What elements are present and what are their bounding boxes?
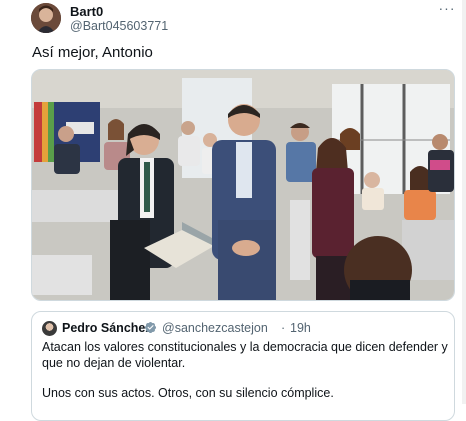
quoted-paragraph-1: Atacan los valores constitucionales y la… <box>42 340 448 370</box>
quoted-avatar[interactable] <box>42 321 57 336</box>
verified-badge-icon <box>144 321 157 334</box>
author-name[interactable]: Bart0 <box>70 4 103 19</box>
author-handle[interactable]: @Bart045603771 <box>70 19 168 33</box>
quoted-author-name: Pedro Sánchez <box>62 321 152 335</box>
tweet-photo[interactable] <box>31 69 455 301</box>
avatar[interactable] <box>31 3 61 33</box>
tweet-text: Así mejor, Antonio <box>32 44 153 61</box>
quoted-paragraph-2: Unos con sus actos. Otros, con su silenc… <box>42 386 334 400</box>
quoted-author-handle: @sanchezcastejon <box>162 321 268 335</box>
photo-illustration <box>32 70 454 300</box>
quoted-tweet[interactable]: Pedro Sánchez @sanchezcastejon · 19h Ata… <box>31 311 455 421</box>
more-options-button[interactable]: ··· <box>436 0 458 18</box>
scrollbar[interactable] <box>462 0 466 404</box>
separator-dot: · <box>281 321 286 335</box>
quoted-tweet-text: Atacan los valores constitucionales y la… <box>42 340 448 402</box>
quoted-timestamp[interactable]: 19h <box>290 321 311 335</box>
